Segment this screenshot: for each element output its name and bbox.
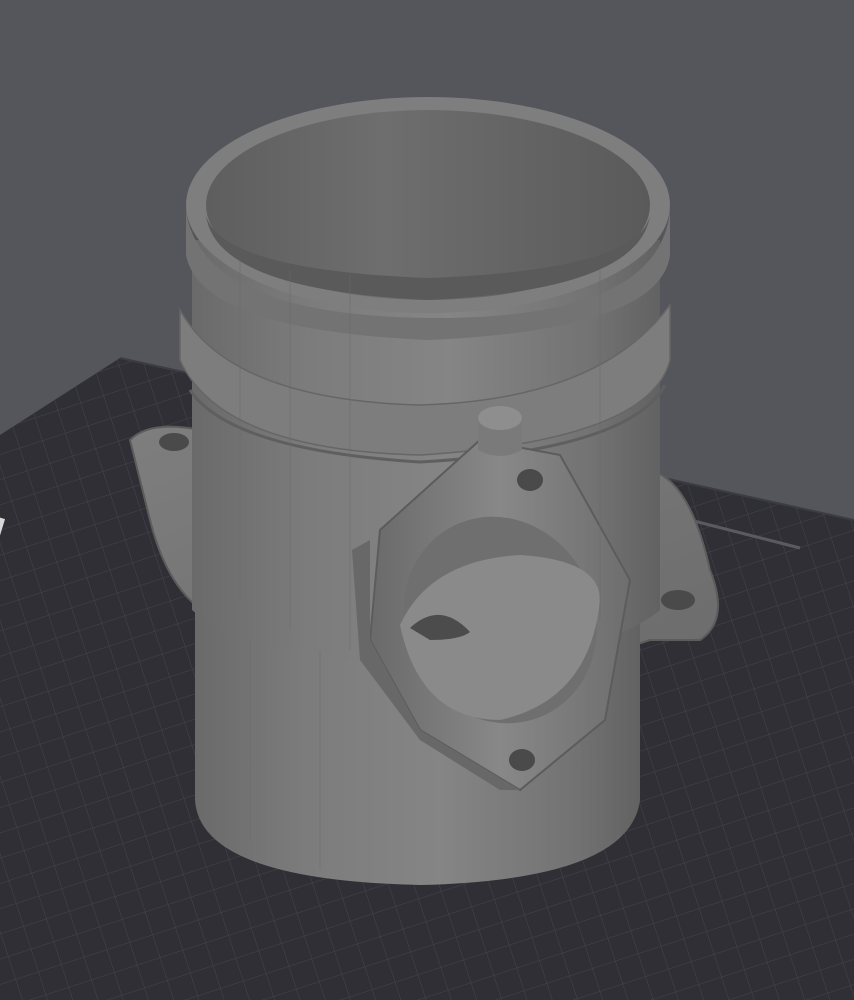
- model-maf-housing[interactable]: [128, 97, 719, 885]
- 3d-viewport[interactable]: Bambu: [0, 0, 854, 1000]
- port-hole: [509, 749, 535, 771]
- flange-hole: [661, 590, 695, 610]
- port-hole: [517, 469, 543, 491]
- vacuum-nipple: [478, 406, 522, 430]
- flange-hole: [159, 433, 189, 451]
